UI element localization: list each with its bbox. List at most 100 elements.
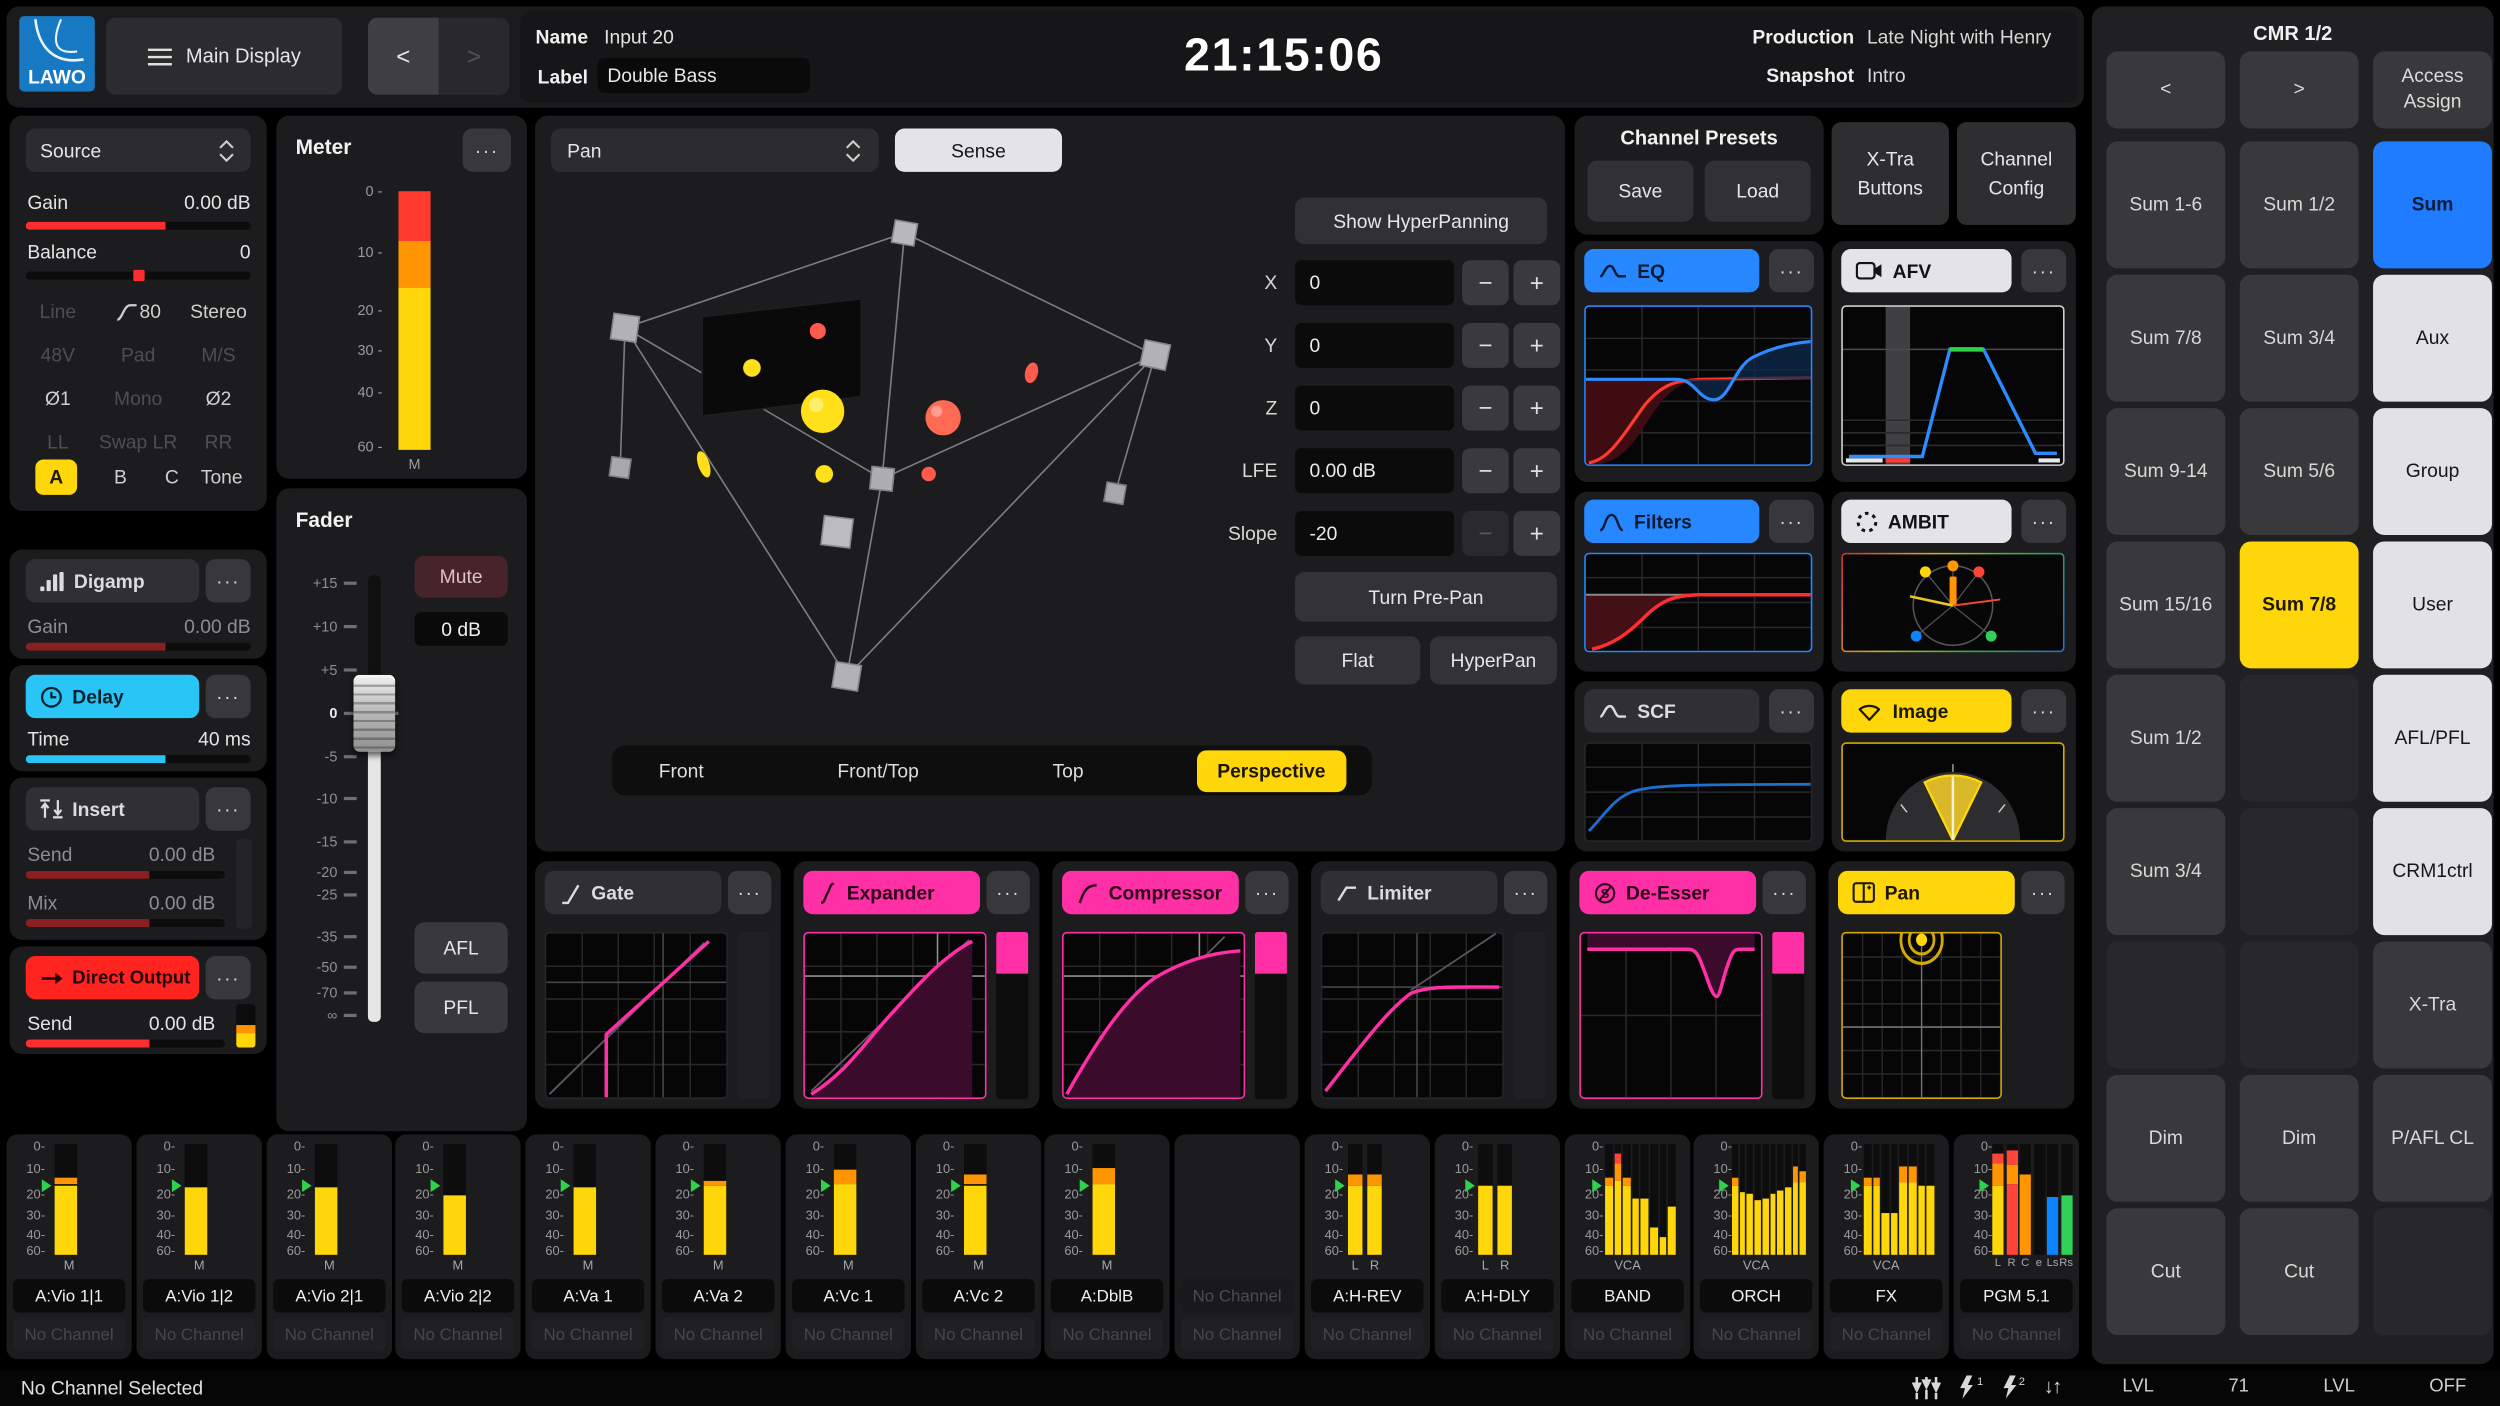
afl-button[interactable]: AFL bbox=[415, 922, 508, 973]
flat-button[interactable]: Flat bbox=[1295, 636, 1420, 684]
pan-lfe-minus-button[interactable]: − bbox=[1462, 448, 1509, 493]
monitor-button-sum-9-14[interactable]: Sum 9-14 bbox=[2106, 408, 2225, 535]
expander-menu-button[interactable]: ··· bbox=[987, 871, 1030, 914]
source-c-button[interactable]: C bbox=[151, 460, 193, 495]
monitor-button-sum-3-4[interactable]: Sum 3/4 bbox=[2106, 808, 2225, 935]
monitor-button-blank-5-1[interactable] bbox=[2240, 808, 2359, 935]
monitor-button-user[interactable]: User bbox=[2373, 541, 2492, 668]
pan-y-plus-button[interactable]: + bbox=[1513, 323, 1560, 368]
show-hyperpanning-button[interactable]: Show HyperPanning bbox=[1295, 198, 1547, 245]
monitor-next-button[interactable]: > bbox=[2240, 51, 2359, 128]
source-toggle-stereo[interactable]: Stereo bbox=[178, 292, 258, 331]
monitor-button-blank-4-1[interactable] bbox=[2240, 675, 2359, 802]
bridge-no-channel[interactable]: No Channel bbox=[1181, 1317, 1293, 1351]
image-menu-button[interactable]: ··· bbox=[2021, 689, 2066, 732]
view-tab-perspective[interactable]: Perspective bbox=[1196, 750, 1346, 792]
bridge-channel-name[interactable]: No Channel bbox=[1181, 1279, 1293, 1313]
source-toggle-m-s[interactable]: M/S bbox=[178, 336, 258, 375]
delay-button[interactable]: Delay bbox=[26, 675, 200, 718]
direct-output-menu-button[interactable]: ··· bbox=[206, 956, 251, 999]
bridge-channel-name[interactable]: A:Vio 2|1 bbox=[273, 1279, 385, 1313]
monitor-button-sum-1-2[interactable]: Sum 1/2 bbox=[2240, 141, 2359, 268]
monitor-button-sum-7-8[interactable]: Sum 7/8 bbox=[2240, 541, 2359, 668]
bridge-no-channel[interactable]: No Channel bbox=[402, 1317, 514, 1351]
monitor-button-blank-6-0[interactable] bbox=[2106, 942, 2225, 1069]
source-toggle-swap-lr[interactable]: Swap LR bbox=[98, 423, 178, 462]
balance-slider[interactable] bbox=[26, 272, 251, 280]
bridge-no-channel[interactable]: No Channel bbox=[1051, 1317, 1163, 1351]
afv-button[interactable]: AFV bbox=[1841, 249, 2011, 292]
bridge-no-channel[interactable]: No Channel bbox=[1441, 1317, 1553, 1351]
preset-load-button[interactable]: Load bbox=[1705, 161, 1811, 222]
fader-knob[interactable] bbox=[353, 675, 395, 752]
source-tone-button[interactable]: Tone bbox=[193, 460, 251, 495]
source-toggle-rr[interactable]: RR bbox=[178, 423, 258, 462]
pan-x-plus-button[interactable]: + bbox=[1513, 260, 1560, 305]
filters-menu-button[interactable]: ··· bbox=[1769, 500, 1814, 543]
view-tab-front[interactable]: Front bbox=[638, 750, 725, 792]
insert-mix-slider[interactable] bbox=[26, 919, 225, 927]
event-1-icon[interactable]: 1 bbox=[1957, 1375, 1983, 1399]
bridge-channel-name[interactable]: A:Va 2 bbox=[662, 1279, 774, 1313]
digamp-menu-button[interactable]: ··· bbox=[206, 559, 251, 602]
monitor-button-sum-7-8[interactable]: Sum 7/8 bbox=[2106, 275, 2225, 402]
nav-back-button[interactable]: < bbox=[368, 18, 439, 95]
view-tab-front-top[interactable]: Front/Top bbox=[816, 750, 939, 792]
source-toggle-48v[interactable]: 48V bbox=[18, 336, 98, 375]
monitor-button-sum-1-2[interactable]: Sum 1/2 bbox=[2106, 675, 2225, 802]
monitor-button-dim[interactable]: Dim bbox=[2106, 1075, 2225, 1202]
source-selector[interactable]: Source bbox=[26, 129, 251, 172]
image-button[interactable]: Image bbox=[1841, 689, 2011, 732]
bridge-no-channel[interactable]: No Channel bbox=[1571, 1317, 1683, 1351]
pan-x-input[interactable]: 0 bbox=[1295, 260, 1454, 305]
bridge-channel-name[interactable]: A:Vc 1 bbox=[792, 1279, 904, 1313]
bridge-channel-name[interactable]: BAND bbox=[1571, 1279, 1683, 1313]
meters-status-icon[interactable] bbox=[1912, 1377, 1941, 1399]
ambit-button[interactable]: AMBIT bbox=[1841, 500, 2011, 543]
sense-button[interactable]: Sense bbox=[895, 129, 1062, 172]
pan-lfe-input[interactable]: 0.00 dB bbox=[1295, 448, 1454, 493]
bridge-channel-name[interactable]: A:H-DLY bbox=[1441, 1279, 1553, 1313]
gain-slider[interactable] bbox=[26, 222, 251, 230]
pan-slope-minus-button[interactable]: − bbox=[1462, 511, 1509, 556]
monitor-button-group[interactable]: Group bbox=[2373, 408, 2492, 535]
view-tab-top[interactable]: Top bbox=[1032, 750, 1105, 792]
bridge-no-channel[interactable]: No Channel bbox=[13, 1317, 125, 1351]
source-toggle-line[interactable]: Line bbox=[18, 292, 98, 331]
compressor-button[interactable]: Compressor bbox=[1062, 871, 1239, 914]
bridge-no-channel[interactable]: No Channel bbox=[1960, 1317, 2072, 1351]
pan-3d-view[interactable] bbox=[562, 177, 1205, 723]
monitor-button-sum-3-4[interactable]: Sum 3/4 bbox=[2240, 275, 2359, 402]
digamp-button[interactable]: Digamp bbox=[26, 559, 200, 602]
monitor-button-sum-5-6[interactable]: Sum 5/6 bbox=[2240, 408, 2359, 535]
source-a-button[interactable]: A bbox=[35, 460, 77, 495]
direct-send-slider[interactable] bbox=[26, 1040, 225, 1048]
monitor-button-cut[interactable]: Cut bbox=[2106, 1208, 2225, 1335]
delay-menu-button[interactable]: ··· bbox=[206, 675, 251, 718]
bridge-channel-name[interactable]: ORCH bbox=[1700, 1279, 1812, 1313]
updown-arrows-icon[interactable]: ↓↑ bbox=[2044, 1375, 2061, 1397]
event-2-icon[interactable]: 2 bbox=[2000, 1375, 2026, 1399]
pan-slope-input[interactable]: -20 bbox=[1295, 511, 1454, 556]
bridge-channel-name[interactable]: PGM 5.1 bbox=[1960, 1279, 2072, 1313]
access-assign-button[interactable]: Access Assign bbox=[2373, 51, 2492, 128]
monitor-button-sum-15-16[interactable]: Sum 15/16 bbox=[2106, 541, 2225, 668]
bridge-no-channel[interactable]: No Channel bbox=[1311, 1317, 1423, 1351]
pan-z-plus-button[interactable]: + bbox=[1513, 386, 1560, 431]
source-toggle--2[interactable]: Ø2 bbox=[178, 379, 258, 418]
bridge-no-channel[interactable]: No Channel bbox=[1700, 1317, 1812, 1351]
gate-menu-button[interactable]: ··· bbox=[728, 871, 771, 914]
insert-button[interactable]: Insert bbox=[26, 787, 200, 830]
bridge-no-channel[interactable]: No Channel bbox=[1830, 1317, 1942, 1351]
bridge-channel-name[interactable]: A:Vio 2|2 bbox=[402, 1279, 514, 1313]
monitor-button-blank-6-1[interactable] bbox=[2240, 942, 2359, 1069]
bridge-channel-name[interactable]: A:Vio 1|2 bbox=[143, 1279, 255, 1313]
pan-z-input[interactable]: 0 bbox=[1295, 386, 1454, 431]
compressor-menu-button[interactable]: ··· bbox=[1245, 871, 1288, 914]
afv-menu-button[interactable]: ··· bbox=[2021, 249, 2066, 292]
preset-save-button[interactable]: Save bbox=[1587, 161, 1693, 222]
pan-x-minus-button[interactable]: − bbox=[1462, 260, 1509, 305]
direct-output-button[interactable]: Direct Output bbox=[26, 956, 200, 999]
pan-selector[interactable]: Pan bbox=[551, 129, 879, 172]
monitor-button-sum[interactable]: Sum bbox=[2373, 141, 2492, 268]
